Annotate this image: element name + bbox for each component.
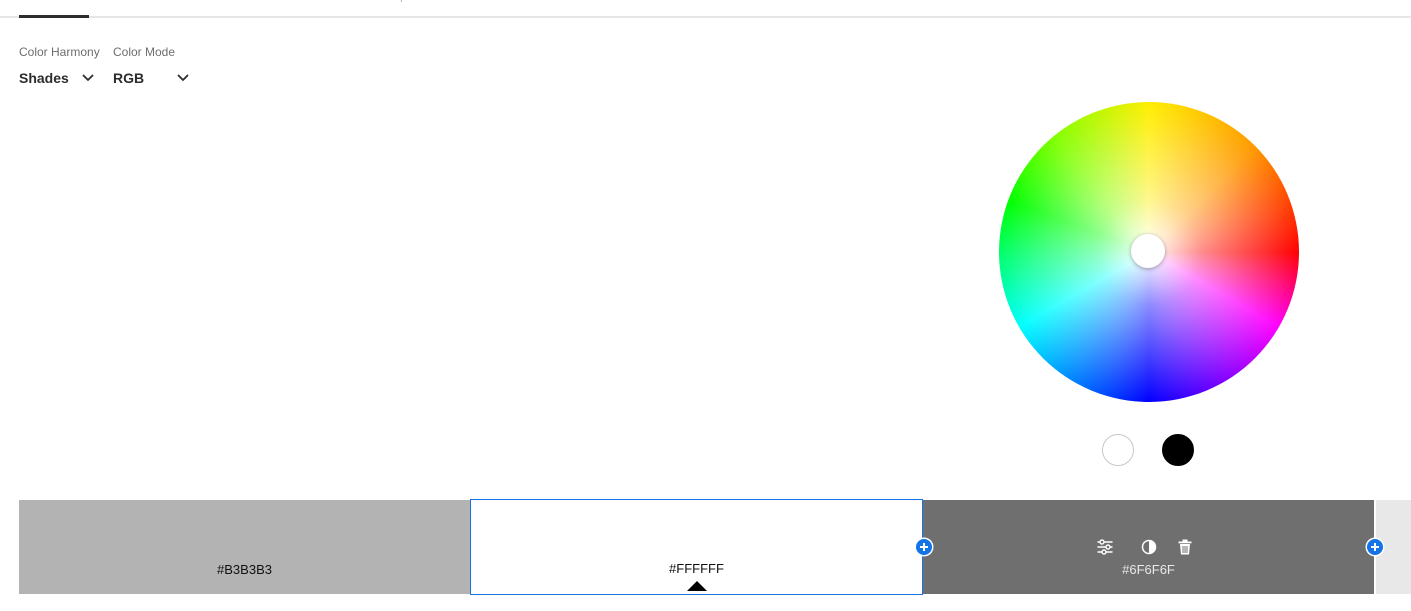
swatch-hex-value[interactable]: #6F6F6F [923,562,1374,577]
tab-strip [0,0,1411,18]
chevron-down-icon [177,74,189,81]
black-preset-swatch[interactable] [1162,434,1194,466]
color-mode-select[interactable]: RGB [113,70,189,86]
active-tab-indicator [19,15,89,18]
swatch-hex-value[interactable]: #B3B3B3 [19,562,470,577]
color-harmony-value: Shades [19,70,69,86]
color-swatch-1[interactable]: #B3B3B3 [19,500,470,594]
color-wheel-handle[interactable] [1131,234,1165,268]
color-mode-dropdown[interactable]: Color Mode RGB [113,45,189,86]
color-harmony-label: Color Harmony [19,45,100,59]
adjust-icon[interactable] [1096,538,1114,556]
chevron-down-icon [82,74,94,81]
color-swatch-2-selected[interactable]: #FFFFFF [470,499,923,595]
swatch-hex-value[interactable]: #FFFFFF [471,561,922,576]
color-harmony-select[interactable]: Shades [19,70,100,86]
add-swatch-button[interactable] [1367,539,1383,555]
white-preset-swatch[interactable] [1102,434,1134,466]
tab-fragment [396,0,405,2]
selected-swatch-indicator [687,581,707,591]
color-wheel-page: Color Harmony Shades Color Mode RGB #B3B… [0,0,1411,611]
swatch-actions [1096,538,1196,556]
color-swatch-3[interactable]: #6F6F6F [923,500,1374,594]
add-swatch-button[interactable] [916,539,932,555]
color-harmony-dropdown[interactable]: Color Harmony Shades [19,45,100,86]
color-mode-label: Color Mode [113,45,176,59]
color-mode-value: RGB [113,70,145,86]
trash-icon[interactable] [1176,538,1194,556]
contrast-icon[interactable] [1140,538,1158,556]
